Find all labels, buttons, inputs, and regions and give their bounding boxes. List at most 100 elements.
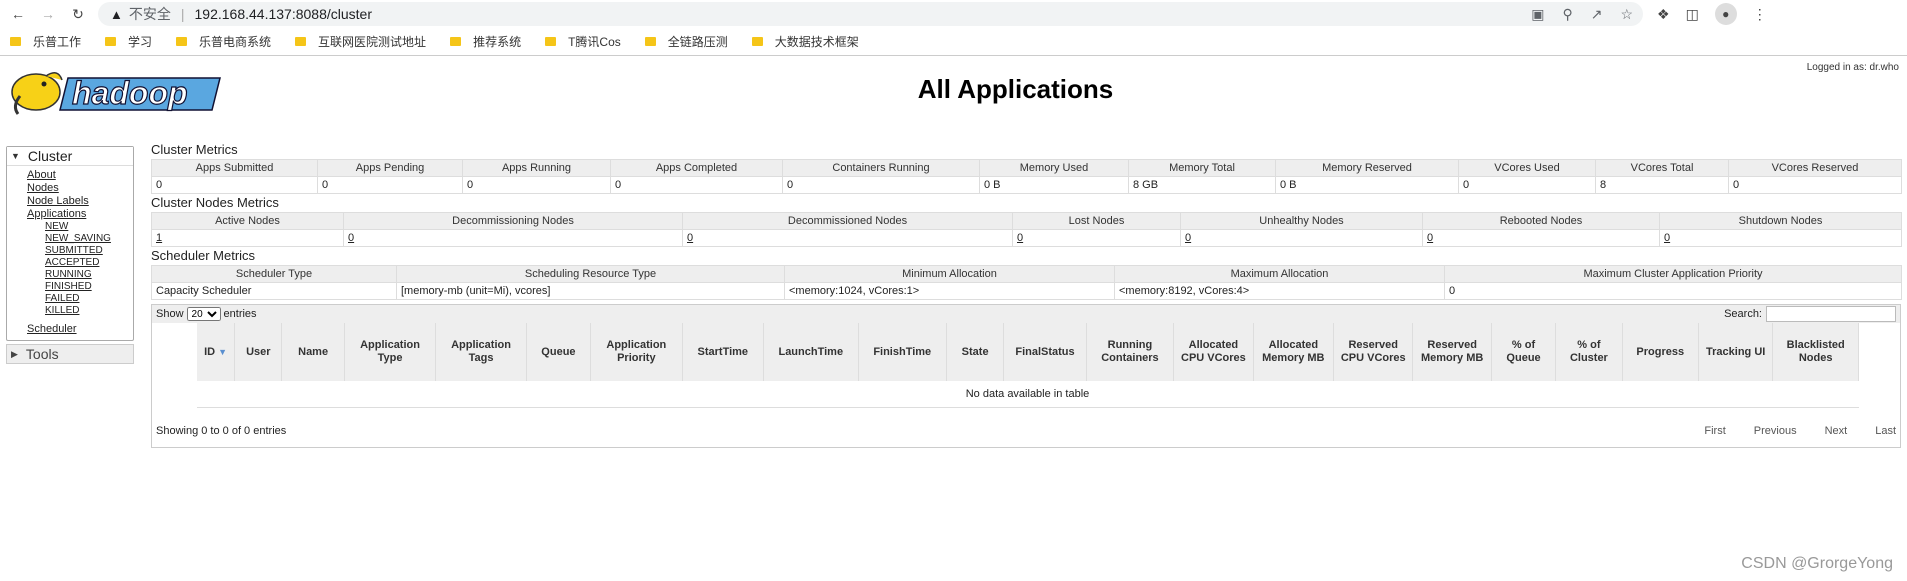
metric-header: VCores Total (1595, 159, 1729, 177)
column-header[interactable]: State (945, 323, 1005, 381)
column-header-id[interactable]: ID ▼ (195, 323, 236, 381)
reload-icon[interactable]: ↻ (66, 2, 90, 26)
column-header[interactable]: % of Queue (1490, 323, 1557, 381)
metric-value: 0 (317, 176, 463, 194)
column-header[interactable]: Application Priority (590, 323, 683, 381)
metric-header: Containers Running (782, 159, 980, 177)
metric-header: Active Nodes (151, 212, 344, 230)
address-bar[interactable]: ▲ 不安全 | 192.168.44.137:8088/cluster ▣ ⚲ … (98, 2, 1643, 26)
url-text[interactable]: 192.168.44.137:8088/cluster (195, 6, 372, 22)
shutdown-nodes-link[interactable]: 0 (1664, 232, 1670, 244)
back-icon[interactable]: ← (6, 2, 30, 26)
zoom-icon[interactable]: ⚲ (1562, 6, 1572, 23)
sidebar-link-state-finished[interactable]: FINISHED (45, 281, 133, 293)
column-header[interactable]: FinishTime (857, 323, 947, 381)
metric-header: Scheduler Type (151, 265, 397, 283)
side-panel-icon[interactable]: ◫ (1686, 6, 1699, 23)
rebooted-nodes-link[interactable]: 0 (1427, 232, 1433, 244)
sidebar-link-state-new[interactable]: NEW (45, 221, 133, 233)
column-header[interactable]: Blacklisted Nodes (1772, 323, 1859, 381)
sidebar-link-state-accepted[interactable]: ACCEPTED (45, 257, 133, 269)
forward-icon[interactable]: → (36, 2, 60, 26)
pagination: First Previous Next Last (1704, 425, 1896, 437)
cluster-section-header[interactable]: ▼ Cluster (7, 147, 133, 166)
metric-header: Unhealthy Nodes (1180, 212, 1423, 230)
sidebar-link-state-failed[interactable]: FAILED (45, 293, 133, 305)
pager-first-button[interactable]: First (1704, 425, 1725, 437)
bookmark-item[interactable]: 乐普工作 (10, 33, 81, 50)
pager-previous-button[interactable]: Previous (1754, 425, 1797, 437)
column-header[interactable]: Progress (1621, 323, 1699, 381)
bookmark-star-icon[interactable]: ☆ (1620, 6, 1633, 23)
column-header[interactable]: Queue (525, 323, 592, 381)
sidebar-link-about[interactable]: About (27, 169, 133, 182)
metric-header: Shutdown Nodes (1659, 212, 1902, 230)
lost-nodes-link[interactable]: 0 (1017, 232, 1023, 244)
decommissioned-nodes-link[interactable]: 0 (687, 232, 693, 244)
column-header[interactable]: Application Type (343, 323, 437, 381)
sidebar-link-scheduler[interactable]: Scheduler (27, 323, 133, 336)
bookmark-item[interactable]: 全链路压测 (644, 33, 728, 50)
sidebar-link-applications[interactable]: Applications (27, 208, 133, 221)
translate-icon[interactable]: ▣ (1531, 6, 1544, 23)
column-header[interactable]: Running Containers (1085, 323, 1175, 381)
column-header[interactable]: % of Cluster (1555, 323, 1623, 381)
warning-icon: ▲ (110, 6, 123, 22)
bookmark-item[interactable]: T腾讯Cos (545, 33, 621, 50)
sidebar-link-state-submitted[interactable]: SUBMITTED (45, 245, 133, 257)
metric-value: 0 (610, 176, 783, 194)
sidebar-link-state-killed[interactable]: KILLED (45, 305, 133, 317)
active-nodes-link[interactable]: 1 (156, 232, 162, 244)
column-header[interactable]: Reserved Memory MB (1412, 323, 1492, 381)
bookmark-item[interactable]: 大数据技术框架 (751, 33, 859, 50)
extensions-icon[interactable]: ❖ (1657, 6, 1670, 23)
triangle-right-icon: ▶ (11, 348, 18, 359)
scheduler-metrics-table: Scheduler Type Scheduling Resource Type … (151, 265, 1902, 300)
column-header[interactable]: Tracking UI (1697, 323, 1774, 381)
sidebar-link-state-running[interactable]: RUNNING (45, 269, 133, 281)
sidebar-link-state-new-saving[interactable]: NEW_SAVING (45, 233, 133, 245)
menu-icon[interactable]: ⋮ (1753, 6, 1767, 23)
column-header[interactable]: StartTime (681, 323, 765, 381)
metric-value: 0 (1458, 176, 1596, 194)
metric-header: Decommissioning Nodes (343, 212, 683, 230)
search-input[interactable] (1766, 306, 1896, 322)
folder-icon (751, 37, 763, 46)
column-header[interactable]: FinalStatus (1003, 323, 1087, 381)
empty-table-message: No data available in table (196, 381, 1859, 408)
column-header[interactable]: Application Tags (435, 323, 527, 381)
metric-header: Minimum Allocation (784, 265, 1115, 283)
url-separator: | (180, 6, 185, 22)
page-header: hadoop All Applications Logged in as: dr… (0, 56, 1907, 128)
folder-icon (545, 37, 557, 46)
folder-icon (295, 37, 307, 46)
bookmark-item[interactable]: 互联网医院测试地址 (295, 33, 426, 50)
bookmark-item[interactable]: 推荐系统 (450, 33, 521, 50)
folder-icon (10, 37, 21, 46)
tools-section-header[interactable]: ▶ Tools (6, 344, 134, 364)
sidebar-link-node-labels[interactable]: Node Labels (27, 195, 133, 208)
sidebar-link-nodes[interactable]: Nodes (27, 182, 133, 195)
decommissioning-nodes-link[interactable]: 0 (348, 232, 354, 244)
applications-panel: Show 20 entries Search: ID ▼ User Name A… (151, 304, 1901, 448)
page-size-select[interactable]: 20 (186, 307, 221, 321)
column-header[interactable]: Name (281, 323, 345, 381)
sidebar: ▼ Cluster About Nodes Node Labels Applic… (6, 146, 134, 364)
share-icon[interactable]: ↗ (1591, 6, 1603, 23)
profile-avatar-icon[interactable]: ● (1714, 3, 1737, 25)
bookmark-item[interactable]: 学习 (105, 33, 152, 50)
metric-header: Apps Pending (317, 159, 463, 177)
pager-last-button[interactable]: Last (1875, 425, 1896, 437)
column-header[interactable]: LaunchTime (763, 323, 859, 381)
bookmark-item[interactable]: 乐普电商系统 (176, 33, 271, 50)
pager-next-button[interactable]: Next (1825, 425, 1848, 437)
column-header[interactable]: Reserved CPU VCores (1333, 323, 1414, 381)
column-header[interactable]: Allocated Memory MB (1252, 323, 1335, 381)
metric-value: 0 B (979, 176, 1129, 194)
nodes-metrics-title: Cluster Nodes Metrics (151, 195, 279, 210)
main-content: Cluster Metrics Apps Submitted Apps Pend… (151, 142, 1902, 448)
browser-toolbar: ← → ↻ ▲ 不安全 | 192.168.44.137:8088/cluste… (0, 0, 1907, 28)
column-header[interactable]: Allocated CPU VCores (1173, 323, 1254, 381)
unhealthy-nodes-link[interactable]: 0 (1185, 232, 1191, 244)
column-header[interactable]: User (234, 323, 283, 381)
